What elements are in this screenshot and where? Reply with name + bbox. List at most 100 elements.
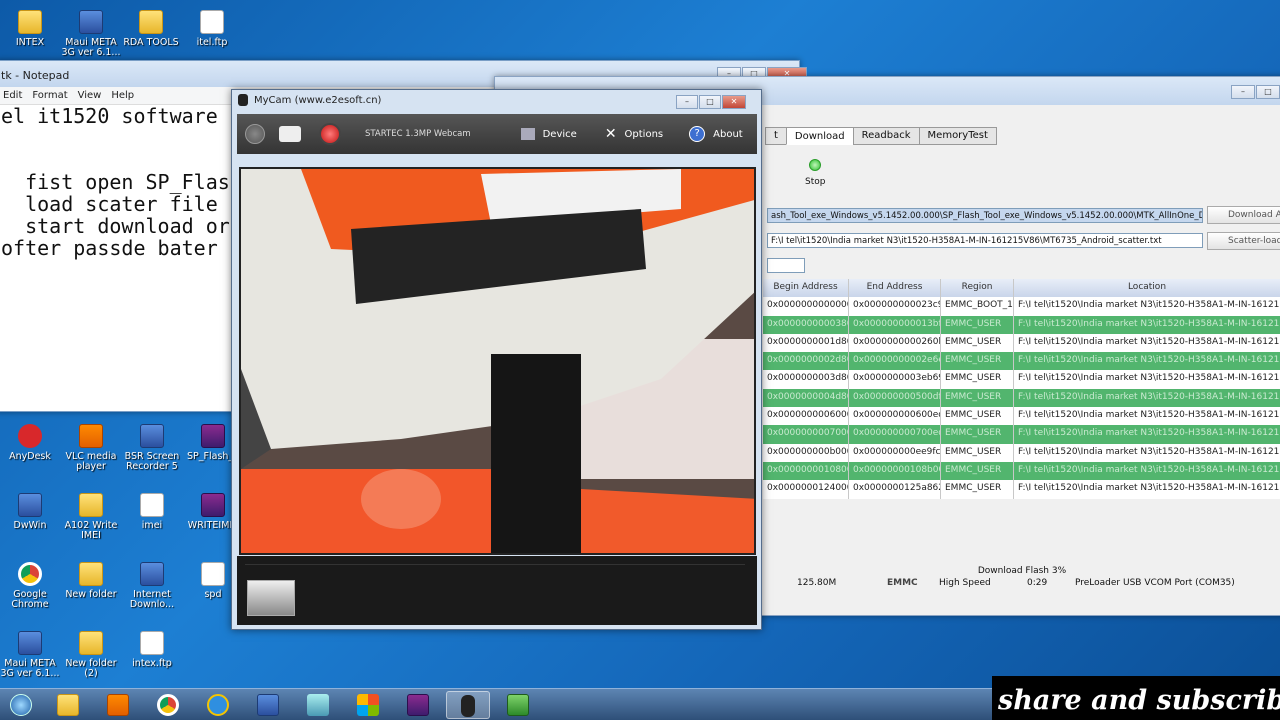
start-button[interactable] (0, 691, 42, 719)
close-button[interactable]: ✕ (722, 95, 746, 109)
desktop-icon[interactable]: RDA TOOLS (121, 10, 181, 48)
help-icon: ? (689, 126, 706, 142)
desktop-icon[interactable]: VLC media player (61, 424, 121, 472)
cell-begin: 0x0000000002d80000 (763, 352, 849, 371)
desktop-icon[interactable]: Maui META 3G ver 6.1... (61, 10, 121, 58)
share-subscribe-overlay: share and subscrib (992, 676, 1280, 720)
cell-begin: 0x0000000007000000 (763, 425, 849, 444)
taskbar-winrar[interactable] (396, 691, 440, 719)
taskbar-office-app[interactable] (346, 691, 390, 719)
play-icon[interactable] (245, 124, 265, 144)
cell-end: 0x000000000500dfe1 (849, 388, 941, 408)
network-icon (257, 694, 279, 716)
record-icon[interactable] (319, 123, 341, 145)
maximize-button[interactable]: □ (1256, 85, 1280, 99)
taskbar-network-app[interactable] (246, 691, 290, 719)
mycam-window[interactable]: MyCam (www.e2esoft.cn) – □ ✕ STARTEC 1.3… (231, 89, 762, 630)
flash-window-controls: – □ (1231, 85, 1280, 99)
desktop-icon-label: DwWin (13, 520, 47, 531)
desktop-icon[interactable]: AnyDesk (0, 424, 60, 462)
mode-select[interactable] (767, 258, 805, 273)
scatter-path-field[interactable]: F:\I tel\it1520\India market N3\it1520-H… (767, 233, 1203, 248)
desktop-icon[interactable]: DwWin (0, 493, 60, 531)
cell-loc: F:\I tel\it1520\India market N3\it1520-H… (1014, 425, 1280, 443)
col-location[interactable]: Location (1014, 279, 1280, 297)
desktop-icon[interactable]: Internet Downlo... (122, 562, 182, 610)
folder-icon (18, 10, 42, 34)
webcam-icon (238, 94, 248, 106)
disk-icon (307, 694, 329, 716)
table-row[interactable]: 0x0000000003d800000x0000000003eb698fEMMC… (763, 370, 1280, 389)
table-row[interactable]: 0x000000000b0000000x000000000ee9fce77EMM… (763, 443, 1280, 462)
status-bar: Download Flash 3% 125.80M EMMC High Spee… (763, 565, 1280, 593)
desktop-icon[interactable]: New folder (61, 562, 121, 600)
cell-begin: 0x000000000b000000 (763, 443, 849, 462)
table-row[interactable]: 0x00000000070000000x000000000700edffEMMC… (763, 425, 1280, 444)
desktop-icon-label: Maui META 3G ver 6.1... (0, 658, 60, 679)
tab-format[interactable]: t (765, 127, 787, 145)
stop-button[interactable]: Stop (805, 159, 825, 187)
cell-region: EMMC_USER (941, 388, 1014, 408)
tab-download[interactable]: Download (785, 127, 854, 145)
folder-icon (79, 493, 103, 517)
table-row[interactable]: 0x00000000060000000x000000000600edffEMMC… (763, 407, 1280, 426)
menu-edit[interactable]: Edit (3, 90, 22, 101)
about-menu[interactable]: ? About (689, 126, 743, 142)
table-row[interactable]: 0x0000000001d800000x0000000000260b527EMM… (763, 333, 1280, 353)
desktop-icon[interactable]: A102 Write IMEI (61, 493, 121, 541)
taskbar-chrome[interactable] (146, 691, 190, 719)
taskbar-explorer[interactable] (46, 691, 90, 719)
taskbar-mycam[interactable] (446, 691, 490, 719)
minimize-button[interactable]: – (1231, 85, 1255, 99)
table-row[interactable]: 0x00000000000000000x000000000023c97EMMC_… (763, 297, 1280, 316)
table-row[interactable]: 0x00000001240000000x0000000125a8624fEMMC… (763, 480, 1280, 499)
snapshot-camera-icon[interactable] (279, 126, 301, 142)
webcam-icon (461, 695, 475, 717)
taskbar-media-player[interactable] (96, 691, 140, 719)
snapshot-thumbnail[interactable] (247, 580, 295, 616)
desktop-icon[interactable]: BSR Screen Recorder 5 (122, 424, 182, 472)
chrome-icon (157, 694, 179, 716)
red-icon (18, 424, 42, 448)
cell-begin: 0x0000000010800000 (763, 461, 849, 481)
cell-region: EMMC_USER (941, 315, 1014, 334)
scatter-loading-button[interactable]: Scatter-loadi (1207, 232, 1280, 250)
partition-table: Begin Address End Address Region Locatio… (763, 279, 1280, 499)
table-row[interactable]: 0x00000000003800000x000000000013bf0EMMC_… (763, 315, 1280, 334)
tab-memorytest[interactable]: MemoryTest (918, 127, 997, 145)
cell-region: EMMC_USER (941, 425, 1014, 444)
maximize-button[interactable]: □ (699, 95, 721, 109)
desktop-icon[interactable]: Maui META 3G ver 6.1... (0, 631, 60, 679)
desktop-icon[interactable]: imei (122, 493, 182, 531)
col-begin-address[interactable]: Begin Address (763, 279, 849, 298)
menu-help[interactable]: Help (111, 90, 134, 101)
menu-view[interactable]: View (78, 90, 102, 101)
cell-loc: F:\I tel\it1520\India market N3\it1520-H… (1014, 316, 1280, 334)
desktop-icon[interactable]: intex.ftp (122, 631, 182, 669)
folder-icon (139, 10, 163, 34)
taskbar-internet-explorer[interactable] (196, 691, 240, 719)
cell-end: 0x00000000108b0027 (849, 461, 941, 481)
download-agent-button[interactable]: Download Ag (1207, 206, 1280, 224)
cell-loc: F:\I tel\it1520\India market N3\it1520-H… (1014, 462, 1280, 480)
table-row[interactable]: 0x0000000004d800000x000000000500dfe1EMMC… (763, 388, 1280, 408)
tab-readback[interactable]: Readback (852, 127, 920, 145)
taskbar-flash-tool[interactable] (496, 691, 540, 719)
options-menu[interactable]: ✕ Options (605, 126, 663, 142)
desktop-icon[interactable]: INTEX (0, 10, 60, 48)
da-path-field[interactable]: ash_Tool_exe_Windows_v5.1452.00.000\SP_F… (767, 208, 1203, 223)
device-menu[interactable]: Device (520, 128, 577, 140)
minimize-button[interactable]: – (676, 95, 698, 109)
rar-icon (201, 493, 225, 517)
cell-region: EMMC_USER (941, 333, 1014, 353)
desktop-icon[interactable]: New folder (2) (61, 631, 121, 679)
col-end-address[interactable]: End Address (849, 279, 941, 298)
menu-format[interactable]: Format (32, 90, 67, 101)
table-row[interactable]: 0x0000000002d800000x00000000002e6ec3aEMM… (763, 352, 1280, 371)
col-region[interactable]: Region (941, 279, 1014, 298)
desktop-icon[interactable]: itel.ftp (182, 10, 242, 48)
table-row[interactable]: 0x00000000108000000x00000000108b0027EMMC… (763, 461, 1280, 481)
desktop-icon[interactable]: Google Chrome (0, 562, 60, 610)
taskbar-disk-app[interactable] (296, 691, 340, 719)
cell-end: 0x000000000ee9fce77 (849, 443, 941, 462)
